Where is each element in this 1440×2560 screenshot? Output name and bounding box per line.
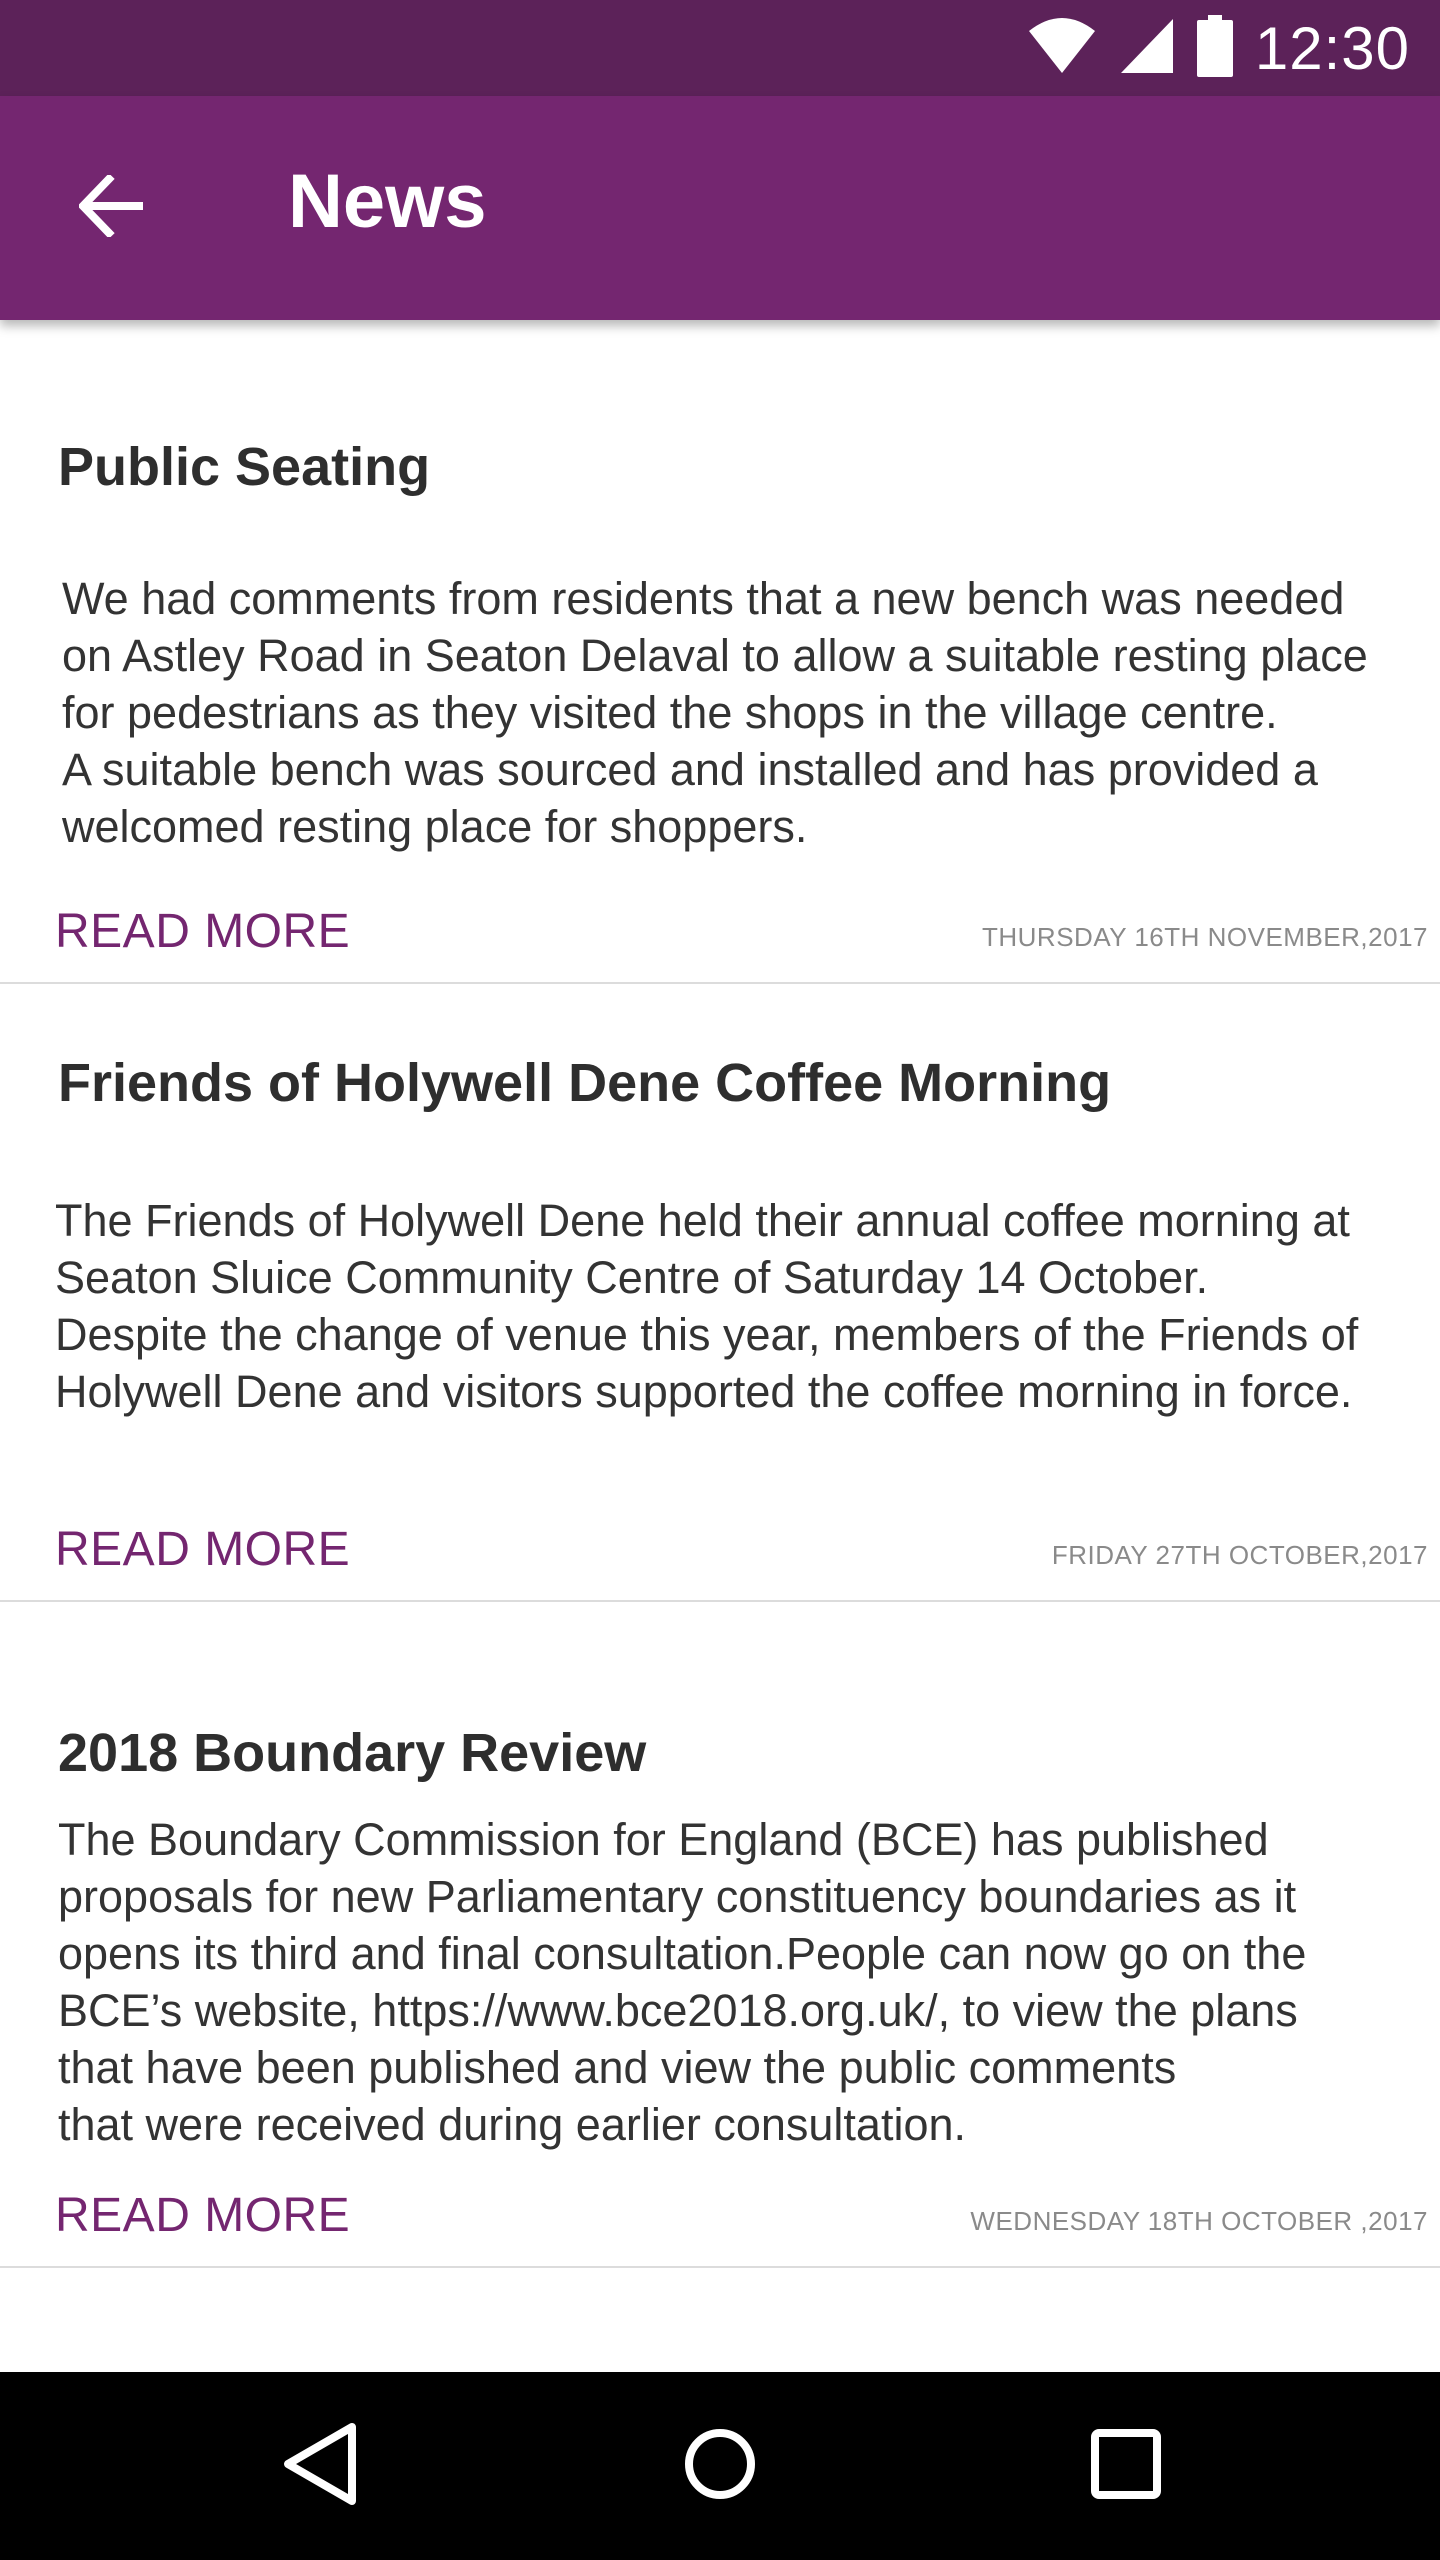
news-body-line: opens its third and final consultation.P… xyxy=(58,1928,1307,1979)
news-card: Friends of Holywell Dene Coffee Morning … xyxy=(0,984,1440,1602)
news-body: The Friends of Holywell Dene held their … xyxy=(55,1192,1440,1420)
status-time: 12:30 xyxy=(1254,14,1410,82)
status-bar: 12:30 xyxy=(0,0,1440,96)
news-date: THURSDAY 16TH NOVEMBER,2017 xyxy=(981,922,1428,952)
news-date: FRIDAY 27TH OCTOBER,2017 xyxy=(1051,1540,1428,1570)
news-card: 2018 Boundary Review The Boundary Commis… xyxy=(0,1602,1440,2268)
news-body-line: A suitable bench was sourced and install… xyxy=(62,744,1318,795)
news-body-line: for pedestrians as they visited the shop… xyxy=(62,687,1278,738)
cellular-signal-icon xyxy=(1119,17,1175,80)
arrow-back-icon xyxy=(77,172,145,242)
read-more-button[interactable]: READ MORE xyxy=(55,904,350,959)
app-bar: News xyxy=(0,96,1440,320)
news-title: Friends of Holywell Dene Coffee Morning xyxy=(58,1053,1112,1113)
news-body-line: on Astley Road in Seaton Delaval to allo… xyxy=(62,630,1368,681)
back-button[interactable] xyxy=(56,152,168,264)
news-title: Public Seating xyxy=(58,437,431,497)
nav-home-button[interactable] xyxy=(630,2372,810,2560)
news-body: The Boundary Commission for England (BCE… xyxy=(58,1811,1440,2153)
news-body-line: proposals for new Parliamentary constitu… xyxy=(58,1871,1297,1922)
status-icons: 12:30 xyxy=(1027,0,1410,96)
news-body-line: that were received during earlier consul… xyxy=(58,2099,966,2150)
news-body-line: Seaton Sluice Community Centre of Saturd… xyxy=(55,1252,1209,1303)
news-body: We had comments from residents that a ne… xyxy=(62,570,1440,855)
nav-back-button[interactable] xyxy=(230,2372,410,2560)
news-body-line: BCE’s website, https://www.bce2018.org.u… xyxy=(58,1985,1298,2036)
recents-square-icon xyxy=(1091,2428,1161,2504)
read-more-button[interactable]: READ MORE xyxy=(55,1522,350,1577)
news-body-line: Holywell Dene and visitors supported the… xyxy=(55,1366,1353,1417)
news-list: Public Seating We had comments from resi… xyxy=(0,320,1440,2372)
news-body-line: We had comments from residents that a ne… xyxy=(62,573,1345,624)
news-card: Public Seating We had comments from resi… xyxy=(0,320,1440,984)
navigation-bar xyxy=(0,2372,1440,2560)
nav-recents-button[interactable] xyxy=(1036,2372,1216,2560)
read-more-button[interactable]: READ MORE xyxy=(55,2188,350,2243)
battery-icon xyxy=(1196,14,1233,82)
back-triangle-icon xyxy=(280,2421,360,2512)
news-date: WEDNESDAY 18TH OCTOBER ,2017 xyxy=(970,2206,1428,2236)
news-body-line: The Boundary Commission for England (BCE… xyxy=(58,1814,1269,1865)
page-title: News xyxy=(288,159,487,244)
news-title: 2018 Boundary Review xyxy=(58,1723,647,1783)
news-body-line: Despite the change of venue this year, m… xyxy=(55,1309,1359,1360)
news-body-line: welcomed resting place for shoppers. xyxy=(62,801,808,852)
news-body-line: that have been published and view the pu… xyxy=(58,2042,1177,2093)
home-circle-icon xyxy=(683,2427,757,2506)
news-body-line: The Friends of Holywell Dene held their … xyxy=(55,1195,1350,1246)
wifi-icon xyxy=(1027,17,1097,80)
